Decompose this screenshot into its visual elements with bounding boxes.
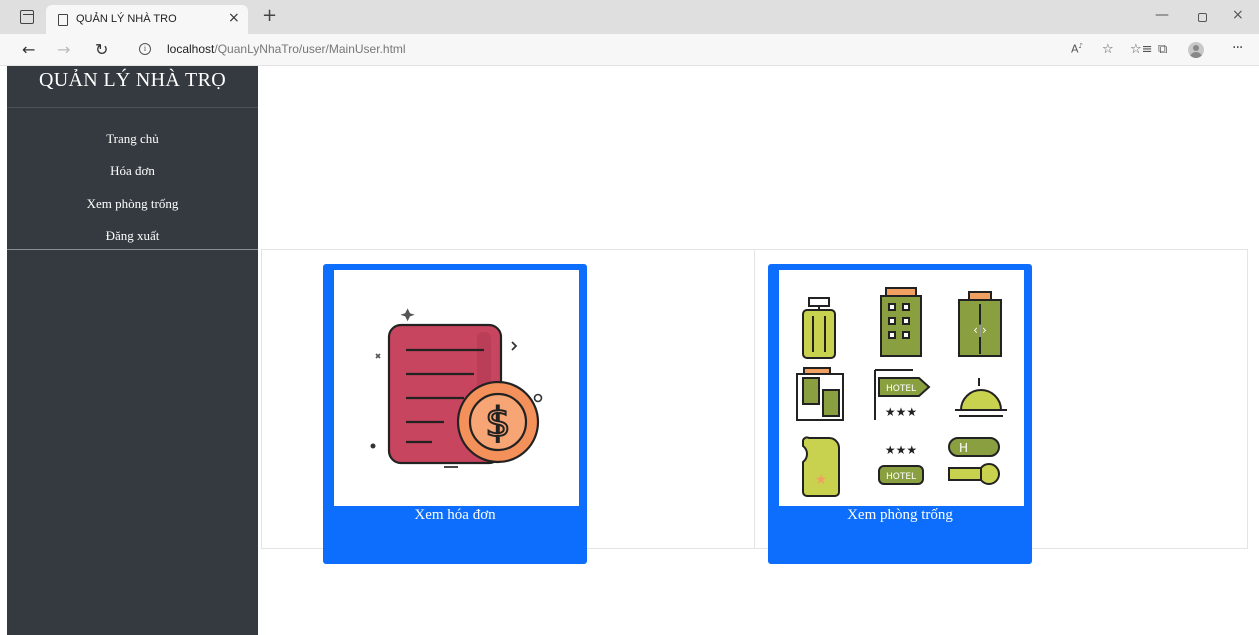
favorites-icon[interactable]: ☆≡: [1130, 42, 1153, 57]
read-aloud-icon[interactable]: A♪: [1071, 42, 1083, 56]
url-host: localhost: [167, 42, 215, 56]
address-bar: ← → ↻ i localhost/QuanLyNhaTro/user/Main…: [0, 34, 1259, 66]
sidebar-item-hoa-don[interactable]: Hóa đơn: [7, 163, 258, 179]
reload-icon[interactable]: ↻: [95, 40, 108, 59]
collections-icon[interactable]: ⧉: [1158, 42, 1167, 57]
invoice-card[interactable]: $ Xem hóa đơn: [323, 264, 587, 564]
rooms-image: ‹|› HOTEL ★★★ ★ ★★★ HOTEL H: [779, 270, 1024, 506]
invoice-image: $: [334, 270, 579, 506]
browser-tab-strip: QUẢN LÝ NHÀ TRO × + — ×: [0, 0, 1259, 34]
svg-text:$: $: [485, 400, 510, 446]
page-icon: [58, 14, 68, 26]
forward-icon[interactable]: →: [57, 40, 70, 59]
invoice-card-label: Xem hóa đơn: [414, 507, 496, 523]
svg-text:★: ★: [815, 472, 828, 488]
url-path: /QuanLyNhaTro/user/MainUser.html: [214, 42, 406, 56]
menu-divider: [7, 249, 258, 250]
invoice-dollar-icon: $: [370, 308, 543, 468]
svg-text:H: H: [959, 441, 968, 455]
svg-text:HOTEL: HOTEL: [886, 472, 916, 482]
svg-text:★★★: ★★★: [885, 443, 917, 457]
hotel-icons-grid: ‹|› HOTEL ★★★ ★ ★★★ HOTEL H: [796, 287, 1007, 497]
svg-text:HOTEL: HOTEL: [886, 384, 916, 394]
brand-title: QUẢN LÝ NHÀ TRỌ: [39, 69, 226, 91]
svg-text:‹|›: ‹|›: [973, 323, 987, 337]
tab-actions-icon[interactable]: [20, 10, 34, 24]
url-text: localhost/QuanLyNhaTro/user/MainUser.htm…: [167, 42, 406, 56]
new-tab-button[interactable]: +: [262, 5, 277, 26]
profile-icon[interactable]: [1188, 42, 1204, 58]
rooms-card-label: Xem phòng trống: [847, 507, 953, 523]
minimize-icon[interactable]: —: [1155, 7, 1169, 23]
sidebar-item-xem-phong-trong[interactable]: Xem phòng trống: [7, 196, 258, 212]
sidebar-item-dang-xuat[interactable]: Đăng xuất: [7, 228, 258, 244]
svg-text:★★★: ★★★: [885, 405, 917, 419]
column-divider: [754, 250, 755, 548]
favorite-icon[interactable]: ☆: [1102, 42, 1114, 57]
maximize-icon[interactable]: [1198, 13, 1207, 22]
sidebar-item-trang-chu[interactable]: Trang chủ: [7, 131, 258, 147]
more-icon[interactable]: ···: [1232, 40, 1243, 56]
sidebar: QUẢN LÝ NHÀ TRỌ Trang chủ Hóa đơn Xem ph…: [7, 66, 258, 635]
brand-divider: [7, 107, 258, 108]
rooms-card[interactable]: ‹|› HOTEL ★★★ ★ ★★★ HOTEL H Xem phòng tr…: [768, 264, 1032, 564]
back-icon[interactable]: ←: [22, 40, 35, 59]
info-icon[interactable]: i: [139, 43, 151, 55]
tab-title: QUẢN LÝ NHÀ TRO: [76, 13, 177, 25]
window-close-icon[interactable]: ×: [1232, 7, 1244, 23]
browser-tab[interactable]: QUẢN LÝ NHÀ TRO ×: [46, 5, 248, 34]
tab-close-icon[interactable]: ×: [228, 10, 240, 26]
